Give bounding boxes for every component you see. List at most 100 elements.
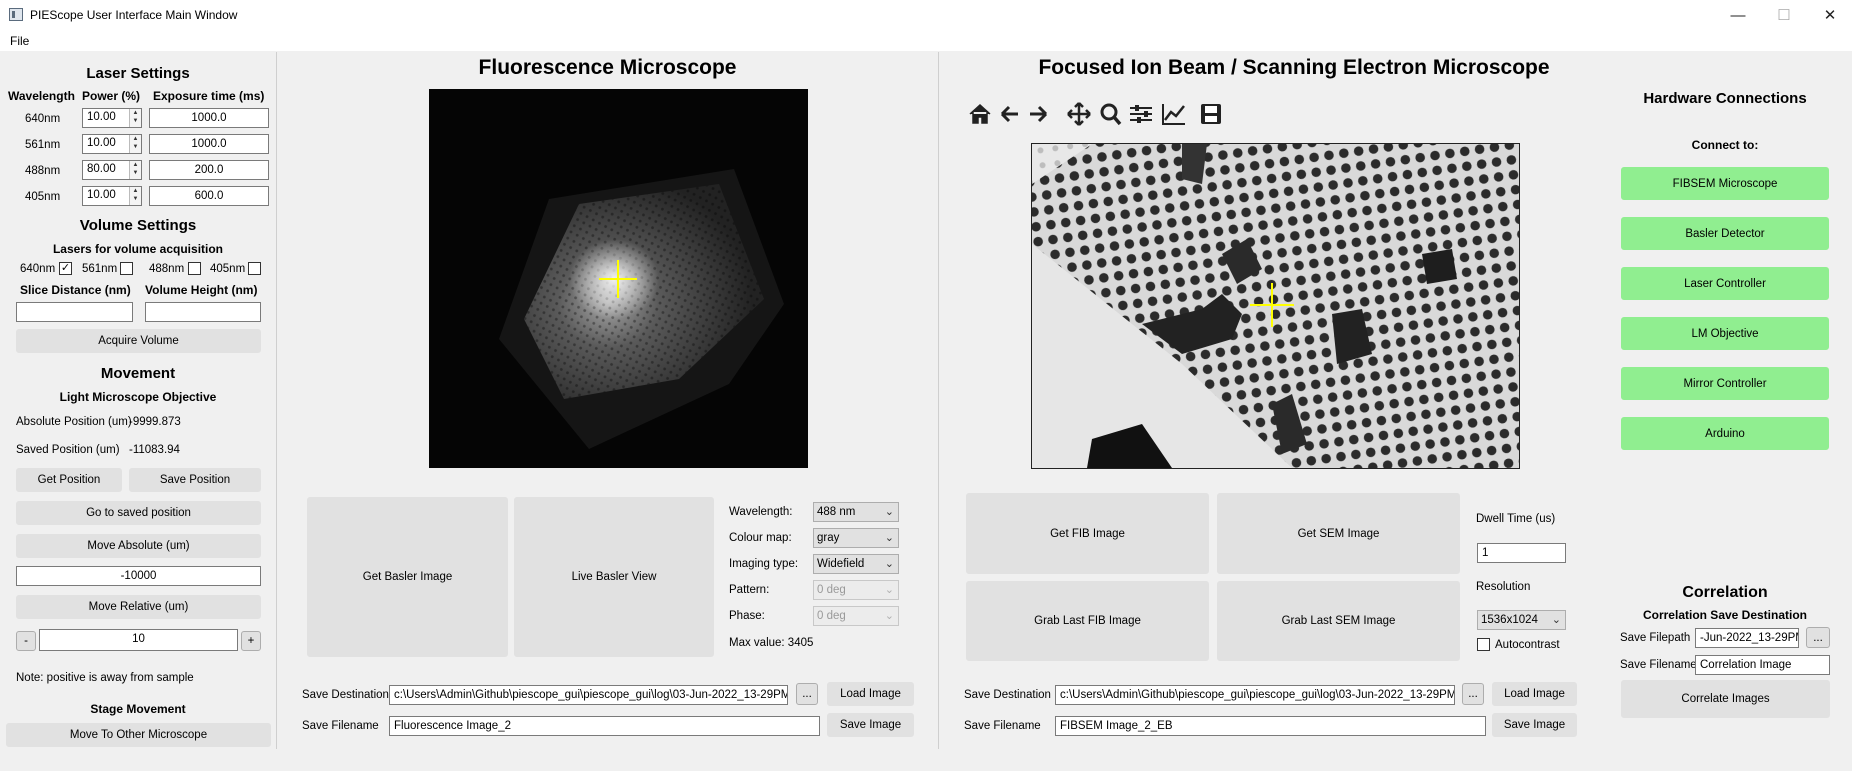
colour-map-value: gray [817,532,840,544]
volume-check-label: 405nm [210,263,246,275]
volume-checkbox-561[interactable] [120,262,133,275]
wavelength-select[interactable]: 488 nm ⌄ [813,502,899,522]
forward-arrow-icon[interactable] [1030,105,1048,123]
fib-save-filename-input[interactable]: FIBSEM Image_2_EB [1055,716,1486,736]
move-other-microscope-button[interactable]: Move To Other Microscope [6,723,271,747]
imaging-type-label: Imaging type: [729,558,799,570]
maximize-button[interactable]: ☐ [1761,0,1807,31]
get-position-button[interactable]: Get Position [16,468,122,492]
dwell-time-input[interactable]: 1 [1477,543,1566,563]
power-value: 10.00 [87,111,116,123]
fl-save-filename-input[interactable]: Fluorescence Image_2 [389,716,820,736]
laser-row-wavelength: 640nm [25,113,61,125]
title-bar: PIEScope User Interface Main Window — ☐ … [0,0,1852,31]
max-value-label: Max value: 3405 [729,637,814,649]
fib-save-filename-label: Save Filename [964,720,1041,732]
corr-filename-input[interactable]: Correlation Image [1695,655,1830,675]
get-fib-image-button[interactable]: Get FIB Image [966,493,1209,574]
volume-checkbox-640[interactable]: ✓ [59,262,72,275]
spin-arrows-icon[interactable]: ▲ ▼ [129,135,141,153]
grab-last-fib-button[interactable]: Grab Last FIB Image [966,581,1209,661]
power-spinbox[interactable]: 10.00 ▲ ▼ [82,186,142,206]
volume-height-input[interactable] [145,302,261,322]
edit-axis-icon[interactable] [1162,104,1185,125]
corr-browse-button[interactable]: ... [1806,627,1830,648]
close-button[interactable]: ✕ [1807,0,1852,31]
autocontrast-checkbox[interactable] [1477,638,1490,651]
fl-browse-button[interactable]: ... [796,683,818,705]
divider [938,52,939,749]
zoom-icon[interactable] [1100,103,1122,126]
fib-save-destination-input[interactable]: c:\Users\Admin\Github\piescope_gui\piesc… [1055,685,1455,705]
correlate-images-button[interactable]: Correlate Images [1621,680,1830,718]
home-icon[interactable] [969,103,991,124]
increment-button[interactable]: + [241,631,261,651]
exposure-input[interactable]: 200.0 [149,160,269,180]
power-spinbox[interactable]: 80.00 ▲ ▼ [82,160,142,180]
fibsem-image[interactable] [1031,143,1520,469]
configure-subplots-icon[interactable] [1130,105,1152,123]
move-relative-button[interactable]: Move Relative (um) [16,595,261,619]
move-absolute-button[interactable]: Move Absolute (um) [16,534,261,558]
fib-save-image-button[interactable]: Save Image [1492,713,1577,737]
get-basler-image-button[interactable]: Get Basler Image [307,497,508,657]
power-spinbox[interactable]: 10.00 ▲ ▼ [82,108,142,128]
get-sem-image-button[interactable]: Get SEM Image [1217,493,1460,574]
move-absolute-input[interactable]: -10000 [16,566,261,586]
minimize-button[interactable]: — [1715,0,1761,31]
exposure-header: Exposure time (ms) [153,89,265,103]
lasers-volume-label: Lasers for volume acquisition [52,242,224,256]
chevron-down-icon: ⌄ [884,506,894,518]
exposure-input[interactable]: 600.0 [149,186,269,206]
volume-settings-title: Volume Settings [79,217,197,234]
live-basler-view-button[interactable]: Live Basler View [514,497,714,657]
decrement-button[interactable]: - [16,631,36,651]
fl-save-destination-input[interactable]: c:\Users\Admin\Github\piescope_gui\piesc… [389,685,788,705]
volume-checkbox-405[interactable] [248,262,261,275]
resolution-label: Resolution [1476,581,1531,593]
goto-saved-position-button[interactable]: Go to saved position [16,501,261,525]
absolute-position-label: Absolute Position (um) [16,416,132,428]
chevron-down-icon: ⌄ [884,532,894,544]
colour-map-select[interactable]: gray ⌄ [813,528,899,548]
chevron-down-icon: ⌄ [884,558,894,570]
fl-save-image-button[interactable]: Save Image [827,713,914,737]
spin-arrows-icon[interactable]: ▲ ▼ [129,187,141,205]
pattern-select[interactable]: 0 deg ⌄ [813,580,899,600]
acquire-volume-button[interactable]: Acquire Volume [16,329,261,353]
connect-arduino-button[interactable]: Arduino [1621,417,1829,450]
spin-arrows-icon[interactable]: ▲ ▼ [129,161,141,179]
phase-select[interactable]: 0 deg ⌄ [813,606,899,626]
imaging-type-select[interactable]: Widefield ⌄ [813,554,899,574]
connect-basler-button[interactable]: Basler Detector [1621,217,1829,250]
power-value: 10.00 [87,137,116,149]
corr-filepath-label: Save Filepath [1620,632,1691,644]
power-spinbox[interactable]: 10.00 ▲ ▼ [82,134,142,154]
fluorescence-image[interactable] [429,89,808,468]
corr-filepath-input[interactable]: -Jun-2022_13-29PM [1695,628,1799,648]
exposure-input[interactable]: 1000.0 [149,134,269,154]
connect-objective-button[interactable]: LM Objective [1621,317,1829,350]
fl-load-image-button[interactable]: Load Image [827,682,914,706]
connect-fibsem-button[interactable]: FIBSEM Microscope [1621,167,1829,200]
connect-laser-button[interactable]: Laser Controller [1621,267,1829,300]
corr-filename-label: Save Filename [1620,659,1697,671]
volume-checkbox-488[interactable] [188,262,201,275]
fib-load-image-button[interactable]: Load Image [1492,682,1577,706]
grab-last-sem-button[interactable]: Grab Last SEM Image [1217,581,1460,661]
back-arrow-icon[interactable] [1000,105,1018,123]
save-position-button[interactable]: Save Position [129,468,261,492]
correlation-dest-title: Correlation Save Destination [1642,608,1808,622]
pan-icon[interactable] [1067,102,1091,126]
fib-browse-button[interactable]: ... [1462,683,1484,705]
spin-arrows-icon[interactable]: ▲ ▼ [129,109,141,127]
resolution-select[interactable]: 1536x1024 ⌄ [1477,610,1566,630]
app-icon [9,8,23,21]
move-relative-input[interactable]: 10 [39,629,238,651]
exposure-input[interactable]: 1000.0 [149,108,269,128]
save-figure-icon[interactable] [1201,104,1221,124]
slice-distance-input[interactable] [16,302,133,322]
connect-mirror-button[interactable]: Mirror Controller [1621,367,1829,400]
menu-file[interactable]: File [10,34,29,48]
power-header: Power (%) [82,89,141,103]
